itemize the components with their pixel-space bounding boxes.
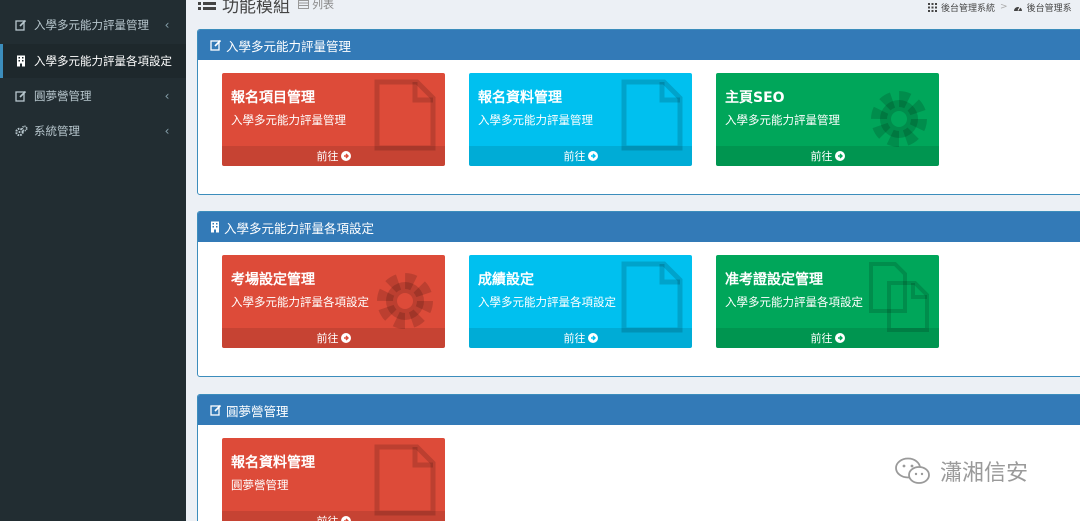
- tile-title: 主頁SEO: [725, 90, 785, 106]
- tile-title: 准考證設定管理: [725, 272, 823, 288]
- page-title: 功能模組: [222, 0, 290, 17]
- tile-subtitle: 入學多元能力評量管理: [725, 113, 840, 127]
- panel-header: 入學多元能力評量管理: [198, 30, 1080, 60]
- tile-footer-label: 前往: [810, 332, 833, 345]
- panel-assessment-settings: 入學多元能力評量各項設定 考場設定管理 入學多元能力評量各項設定 前往 成績設定…: [197, 211, 1080, 377]
- sidebar: 入學多元能力評量管理 ‹ 入學多元能力評量各項設定 圓夢營管理 ‹ 系統管理 ‹: [0, 0, 186, 521]
- breadcrumb: 後台管理系統 > 後台管理系: [928, 0, 1072, 14]
- file-icon: [621, 261, 683, 333]
- panel-title: 入學多元能力評量各項設定: [224, 220, 375, 236]
- watermark: 瀟湘信安: [894, 455, 1028, 487]
- tile-subtitle: 入學多元能力評量各項設定: [478, 295, 616, 309]
- panel-header: 入學多元能力評量各項設定: [198, 212, 1080, 242]
- tile-title: 報名資料管理: [231, 455, 315, 471]
- arrow-circle-right-icon: [587, 333, 598, 343]
- file-icon: [374, 444, 436, 516]
- sidebar-item-dream-camp[interactable]: 圓夢營管理 ‹: [0, 79, 186, 113]
- sidebar-item-label: 圓夢營管理: [34, 89, 92, 103]
- tile-camp-registration-data[interactable]: 報名資料管理 圓夢營管理 前往: [222, 438, 445, 521]
- gear-icon: [871, 91, 927, 147]
- panel-header: 圓夢營管理: [198, 395, 1080, 425]
- watermark-text: 瀟湘信安: [940, 461, 1029, 486]
- chevron-left-icon: ‹: [164, 124, 170, 138]
- grid-icon: [928, 2, 937, 12]
- page-subtitle-text: 列表: [312, 0, 334, 11]
- tile-footer-label: 前往: [316, 332, 339, 345]
- sidebar-item-label: 入學多元能力評量各項設定: [34, 54, 172, 68]
- tile-footer-label: 前往: [317, 513, 339, 521]
- arrow-circle-right-icon: [340, 151, 351, 161]
- panel-title: 入學多元能力評量管理: [226, 38, 352, 54]
- edit-icon: [210, 404, 222, 416]
- tile-footer-label: 前往: [316, 150, 339, 163]
- tile-title: 報名資料管理: [478, 90, 562, 106]
- files-icon: [869, 262, 929, 332]
- arrow-circle-right-icon: [340, 333, 351, 343]
- tile-footer-link[interactable]: 前往: [222, 511, 445, 521]
- tile-subtitle: 入學多元能力評量管理: [231, 113, 346, 127]
- tile-subtitle: 入學多元能力評量各項設定: [231, 295, 369, 309]
- tile-homepage-seo[interactable]: 主頁SEO 入學多元能力評量管理 前往: [716, 73, 939, 166]
- tile-subtitle: 入學多元能力評量各項設定: [725, 295, 863, 309]
- tile-score-settings[interactable]: 成績設定 入學多元能力評量各項設定 前往: [469, 255, 692, 348]
- breadcrumb-link-home[interactable]: 後台管理系統: [941, 1, 995, 14]
- sidebar-item-assessment-settings[interactable]: 入學多元能力評量各項設定: [0, 44, 186, 78]
- page-header: 功能模組 列表: [198, 0, 334, 17]
- chevron-left-icon: ‹: [164, 18, 170, 32]
- list-icon: [198, 0, 216, 13]
- breadcrumb-current[interactable]: 後台管理系: [1027, 1, 1072, 14]
- sidebar-item-system[interactable]: 系統管理 ‹: [0, 114, 186, 148]
- tile-footer-link[interactable]: 前往: [222, 146, 445, 166]
- tile-footer-link[interactable]: 前往: [716, 146, 939, 166]
- tile-subtitle: 入學多元能力評量管理: [478, 113, 593, 127]
- panel-title: 圓夢營管理: [226, 403, 289, 419]
- tile-footer-label: 前往: [563, 150, 586, 163]
- wechat-icon: [894, 456, 932, 486]
- arrow-circle-right-icon: [834, 333, 845, 343]
- tile-footer-label: 前往: [810, 150, 833, 163]
- tile-title: 考場設定管理: [231, 272, 315, 288]
- edit-icon: [14, 18, 28, 32]
- tile-footer-link[interactable]: 前往: [469, 328, 692, 348]
- arrow-circle-right-icon: [340, 516, 351, 521]
- building-icon: [210, 221, 220, 233]
- chevron-left-icon: ‹: [164, 89, 170, 103]
- tile-registration-data[interactable]: 報名資料管理 入學多元能力評量管理 前往: [469, 73, 692, 166]
- edit-icon: [14, 89, 28, 103]
- tile-footer-link[interactable]: 前往: [469, 146, 692, 166]
- sidebar-item-assessment-management[interactable]: 入學多元能力評量管理 ‹: [0, 8, 186, 42]
- breadcrumb-separator: >: [1000, 2, 1008, 12]
- building-icon: [14, 54, 28, 68]
- sidebar-item-label: 入學多元能力評量管理: [34, 18, 149, 32]
- file-icon: [374, 79, 436, 151]
- dashboard-icon: [1013, 3, 1023, 12]
- gears-icon: [14, 124, 28, 138]
- tile-registration-items[interactable]: 報名項目管理 入學多元能力評量管理 前往: [222, 73, 445, 166]
- arrow-circle-right-icon: [587, 151, 598, 161]
- sidebar-item-label: 系統管理: [34, 124, 80, 138]
- tile-title: 報名項目管理: [231, 90, 315, 106]
- arrow-circle-right-icon: [834, 151, 845, 161]
- page-subtitle: 列表: [298, 0, 334, 12]
- file-icon: [621, 79, 683, 151]
- gear-icon: [377, 273, 433, 329]
- tile-admission-ticket-settings[interactable]: 准考證設定管理 入學多元能力評量各項設定 前往: [716, 255, 939, 348]
- tile-subtitle: 圓夢營管理: [231, 478, 289, 492]
- table-icon: [298, 0, 309, 9]
- edit-icon: [210, 39, 222, 51]
- tile-footer-link[interactable]: 前往: [222, 328, 445, 348]
- tile-title: 成績設定: [478, 272, 534, 288]
- tile-exam-venue-settings[interactable]: 考場設定管理 入學多元能力評量各項設定 前往: [222, 255, 445, 348]
- panel-assessment-management: 入學多元能力評量管理 報名項目管理 入學多元能力評量管理 前往 報名資料管理 入…: [197, 29, 1080, 195]
- tile-footer-link[interactable]: 前往: [716, 328, 939, 348]
- tile-footer-label: 前往: [563, 332, 586, 345]
